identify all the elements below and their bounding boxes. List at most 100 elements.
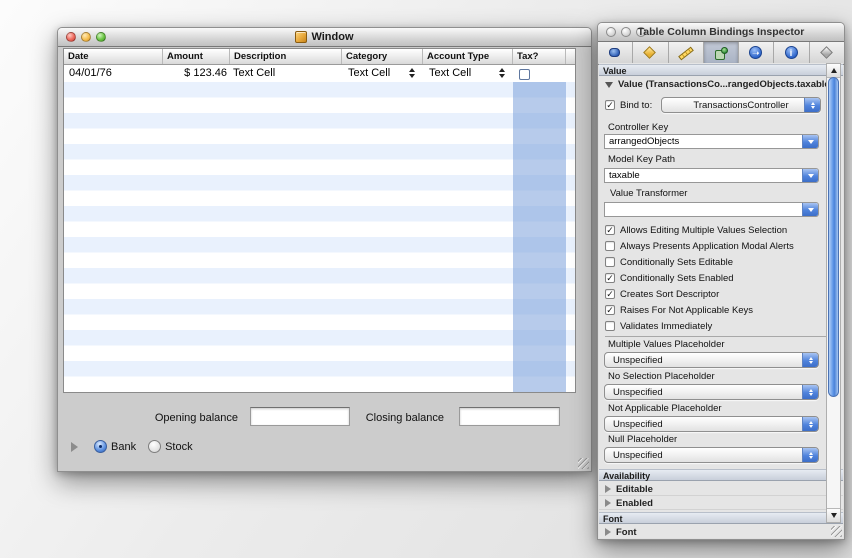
inspector-scrollbar[interactable] bbox=[826, 63, 841, 523]
radio-stock[interactable] bbox=[148, 440, 161, 453]
tab-connections[interactable]: ➝ bbox=[739, 42, 774, 64]
inspector-window: Table Column Bindings Inspector ➝ i Valu… bbox=[597, 22, 845, 540]
radio-group-account: Bank Stock bbox=[94, 440, 193, 453]
scrollbar-thumb[interactable] bbox=[828, 77, 839, 397]
popup-value: Unspecified bbox=[613, 450, 663, 461]
option-checkbox[interactable] bbox=[605, 241, 615, 251]
cell-description[interactable]: Text Cell bbox=[230, 65, 342, 82]
availability-enabled-label: Enabled bbox=[616, 498, 653, 509]
value-transformer-combo[interactable] bbox=[604, 202, 819, 217]
scroll-up-button[interactable] bbox=[827, 64, 840, 78]
availability-enabled-row[interactable]: Enabled bbox=[599, 497, 843, 510]
placeholder-label: Not Applicable Placeholder bbox=[608, 403, 722, 414]
multiple-values-placeholder-popup[interactable]: Unspecified bbox=[604, 352, 819, 368]
effects-icon bbox=[641, 45, 659, 61]
tab-attributes[interactable] bbox=[598, 42, 633, 64]
option-row: ✓ Raises For Not Applicable Keys bbox=[605, 303, 833, 317]
option-checkbox[interactable] bbox=[605, 321, 615, 331]
tab-effects[interactable] bbox=[633, 42, 668, 64]
disclosure-closed-icon bbox=[605, 499, 611, 507]
column-header-account-type[interactable]: Account Type bbox=[423, 49, 513, 64]
scroll-down-button[interactable] bbox=[827, 508, 840, 522]
closing-balance-field[interactable] bbox=[459, 407, 560, 426]
option-checkbox[interactable] bbox=[605, 257, 615, 267]
combo-arrow-icon[interactable] bbox=[802, 203, 818, 216]
popup-stepper-icon bbox=[802, 353, 818, 367]
option-checkbox[interactable]: ✓ bbox=[605, 273, 615, 283]
not-applicable-placeholder-popup[interactable]: Unspecified bbox=[604, 416, 819, 432]
popup-stepper-icon bbox=[409, 68, 416, 78]
column-header-category[interactable]: Category bbox=[342, 49, 423, 64]
resize-grip[interactable] bbox=[831, 526, 842, 537]
cell-tax[interactable] bbox=[513, 65, 566, 82]
tab-applescript[interactable] bbox=[810, 42, 844, 64]
window-title: Window bbox=[311, 31, 353, 43]
section-header-value[interactable]: Value bbox=[599, 64, 843, 76]
option-label: Raises For Not Applicable Keys bbox=[620, 305, 753, 316]
tab-bindings[interactable] bbox=[704, 42, 739, 64]
popup-stepper-icon bbox=[499, 68, 506, 78]
section-header-availability[interactable]: Availability bbox=[599, 469, 843, 481]
section-header-font[interactable]: Font bbox=[599, 512, 843, 524]
model-key-path-value: taxable bbox=[609, 170, 640, 181]
window-proxy-icon bbox=[295, 31, 307, 43]
placeholder-label: Multiple Values Placeholder bbox=[608, 339, 725, 350]
option-label: Conditionally Sets Enabled bbox=[620, 273, 734, 284]
bind-to-popup[interactable]: TransactionsController bbox=[661, 97, 821, 113]
table-row[interactable]: 04/01/76 $ 123.46 Text Cell Text Cell Te… bbox=[64, 65, 575, 82]
column-header-amount[interactable]: Amount bbox=[163, 49, 230, 64]
disclosure-triangle-icon[interactable] bbox=[71, 442, 78, 452]
cell-amount[interactable]: $ 123.46 bbox=[163, 65, 230, 82]
option-checkbox[interactable]: ✓ bbox=[605, 225, 615, 235]
option-label: Always Presents Application Modal Alerts bbox=[620, 241, 794, 252]
placeholder-label: Null Placeholder bbox=[608, 434, 677, 445]
availability-editable-label: Editable bbox=[616, 484, 653, 495]
inspector-titlebar[interactable]: Table Column Bindings Inspector bbox=[598, 23, 844, 42]
disclosure-closed-icon bbox=[605, 485, 611, 493]
cell-category[interactable]: Text Cell bbox=[342, 65, 423, 82]
option-row: ✓ Allows Editing Multiple Values Selecti… bbox=[605, 223, 833, 237]
option-label: Creates Sort Descriptor bbox=[620, 289, 719, 300]
radio-bank[interactable] bbox=[94, 440, 107, 453]
size-icon bbox=[677, 45, 695, 61]
document-window-titlebar[interactable]: Window bbox=[58, 28, 591, 47]
value-binding-disclosure[interactable]: Value (TransactionsCo...rangedObjects.ta… bbox=[599, 78, 843, 91]
popup-stepper-icon bbox=[802, 385, 818, 399]
tab-size[interactable] bbox=[669, 42, 704, 64]
column-header-description[interactable]: Description bbox=[230, 49, 342, 64]
column-header-filler bbox=[566, 49, 575, 64]
option-row: Always Presents Application Modal Alerts bbox=[605, 239, 833, 253]
option-label: Allows Editing Multiple Values Selection bbox=[620, 225, 787, 236]
model-key-path-combo[interactable]: taxable bbox=[604, 168, 819, 183]
popup-stepper-icon bbox=[802, 417, 818, 431]
cell-date[interactable]: 04/01/76 bbox=[64, 65, 163, 82]
document-window: Window Date Amount Description Category … bbox=[57, 27, 592, 472]
info-icon: i bbox=[783, 45, 801, 61]
font-label: Font bbox=[616, 527, 637, 538]
applescript-icon bbox=[818, 45, 836, 61]
availability-editable-row[interactable]: Editable bbox=[599, 483, 843, 496]
controller-key-label: Controller Key bbox=[608, 122, 668, 133]
bind-to-checkbox[interactable]: ✓ bbox=[605, 100, 615, 110]
controller-key-combo[interactable]: arrangedObjects bbox=[604, 134, 819, 149]
no-selection-placeholder-popup[interactable]: Unspecified bbox=[604, 384, 819, 400]
popup-value: Unspecified bbox=[613, 387, 663, 398]
cell-account-type-text: Text Cell bbox=[429, 67, 471, 79]
table-empty-rows[interactable] bbox=[64, 82, 575, 392]
font-row[interactable]: Font bbox=[599, 526, 843, 538]
column-header-date[interactable]: Date bbox=[64, 49, 163, 64]
column-header-tax[interactable]: Tax? bbox=[513, 49, 566, 64]
bind-to-label: Bind to: bbox=[620, 100, 652, 111]
null-placeholder-popup[interactable]: Unspecified bbox=[604, 447, 819, 463]
inspector-toolbar: ➝ i bbox=[598, 42, 844, 65]
combo-arrow-icon[interactable] bbox=[802, 135, 818, 148]
tab-identity[interactable]: i bbox=[774, 42, 809, 64]
cell-account-type[interactable]: Text Cell bbox=[423, 65, 513, 82]
cell-category-text: Text Cell bbox=[348, 67, 390, 79]
radio-bank-label: Bank bbox=[111, 441, 136, 453]
option-checkbox[interactable]: ✓ bbox=[605, 289, 615, 299]
resize-grip[interactable] bbox=[578, 458, 589, 469]
combo-arrow-icon[interactable] bbox=[802, 169, 818, 182]
tax-checkbox[interactable] bbox=[519, 69, 530, 80]
option-checkbox[interactable]: ✓ bbox=[605, 305, 615, 315]
